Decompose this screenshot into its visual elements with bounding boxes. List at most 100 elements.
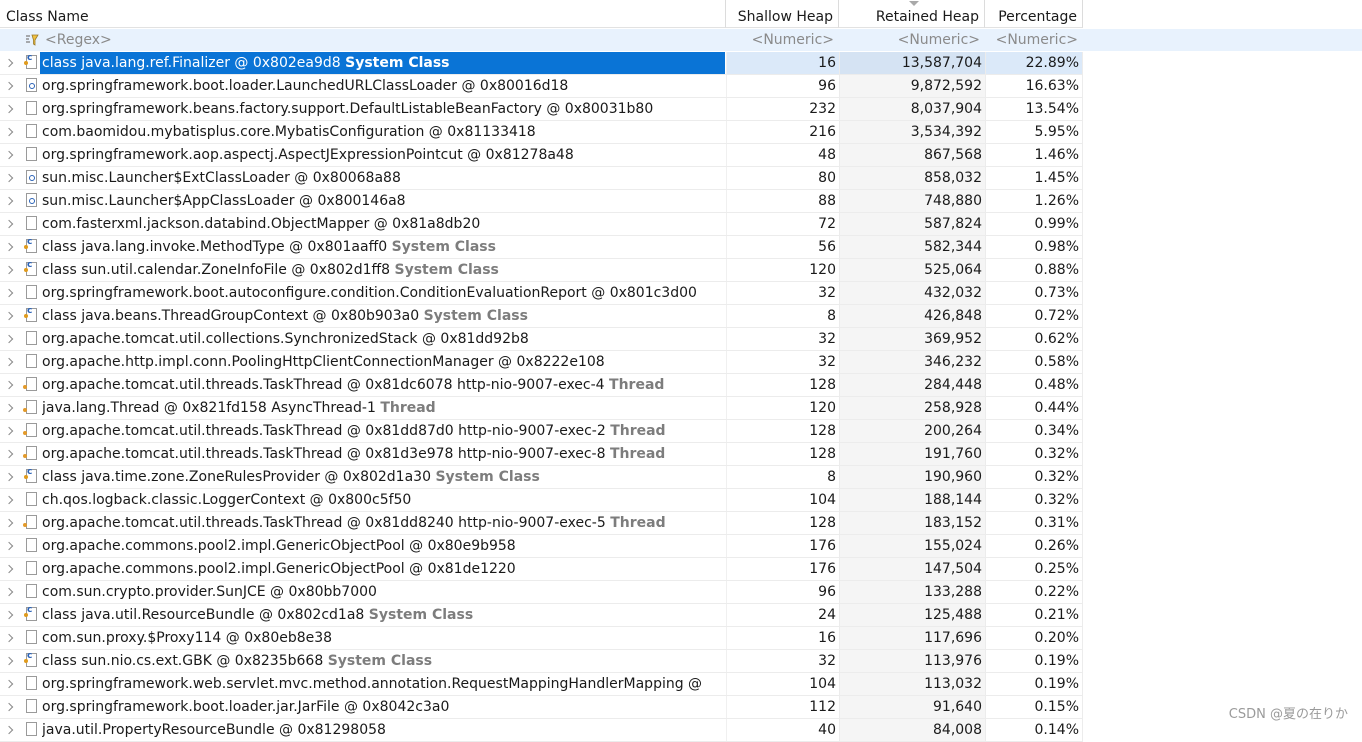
table-row[interactable]: org.springframework.boot.loader.jar.JarF… [0, 696, 1083, 719]
percentage-cell: 0.25% [985, 558, 1083, 580]
expand-chevron-icon[interactable] [4, 334, 14, 344]
expand-chevron-icon[interactable] [4, 311, 14, 321]
table-row[interactable]: com.sun.proxy.$Proxy114 @ 0x80eb8e38 16 11… [0, 627, 1083, 650]
expand-chevron-icon[interactable] [4, 403, 14, 413]
class-name-cell: org.springframework.boot.autoconfigure.c… [42, 282, 726, 304]
table-row[interactable]: class java.util.ResourceBundle @ 0x802cd… [0, 604, 1083, 627]
column-header-percentage[interactable]: Percentage [985, 0, 1083, 28]
shallow-heap-cell: 232 [726, 98, 839, 120]
expand-chevron-icon[interactable] [4, 426, 14, 436]
table-row[interactable]: org.apache.http.impl.conn.PoolingHttpCli… [0, 351, 1083, 374]
object-label: org.springframework.boot.loader.Launched… [42, 78, 569, 94]
expand-chevron-icon[interactable] [4, 564, 14, 574]
retained-heap-cell: 117,696 [839, 627, 985, 649]
expand-chevron-icon[interactable] [4, 58, 14, 68]
column-header-shallow-heap[interactable]: Shallow Heap [726, 0, 839, 28]
percentage-cell: 0.32% [985, 489, 1083, 511]
table-row[interactable]: java.util.PropertyResourceBundle @ 0x812… [0, 719, 1083, 742]
table-row[interactable]: org.springframework.aop.aspectj.AspectJE… [0, 144, 1083, 167]
expand-chevron-icon[interactable] [4, 81, 14, 91]
expand-chevron-icon[interactable] [4, 610, 14, 620]
class-name-cell: class java.lang.ref.Finalizer @ 0x802ea9… [40, 52, 725, 74]
expand-chevron-icon[interactable] [4, 288, 14, 298]
expand-chevron-icon[interactable] [4, 472, 14, 482]
expand-chevron-icon[interactable] [4, 656, 14, 666]
expand-chevron-icon[interactable] [4, 633, 14, 643]
expand-chevron-icon[interactable] [4, 150, 14, 160]
table-row[interactable]: org.apache.tomcat.util.threads.TaskThrea… [0, 443, 1083, 466]
table-row[interactable]: org.apache.commons.pool2.impl.GenericObj… [0, 558, 1083, 581]
class-name-cell: class java.time.zone.ZoneRulesProvider @… [42, 466, 726, 488]
object-icon [26, 147, 37, 161]
expand-chevron-icon[interactable] [4, 104, 14, 114]
table-row[interactable]: class java.lang.ref.Finalizer @ 0x802ea9… [0, 52, 1083, 75]
expand-chevron-icon[interactable] [4, 357, 14, 367]
object-label: com.sun.crypto.provider.SunJCE @ 0x80bb7… [42, 584, 377, 600]
class-name-cell: org.apache.tomcat.util.threads.TaskThrea… [42, 374, 726, 396]
object-kind-label: System Class [368, 607, 474, 623]
class-name-cell: class sun.nio.cs.ext.GBK @ 0x8235b668 Sy… [42, 650, 726, 672]
expand-chevron-icon[interactable] [4, 518, 14, 528]
table-row[interactable]: com.baomidou.mybatisplus.core.MybatisCon… [0, 121, 1083, 144]
expand-chevron-icon[interactable] [4, 173, 14, 183]
object-icon [26, 331, 37, 345]
expand-chevron-icon[interactable] [4, 725, 14, 735]
retained-heap-filter-input[interactable]: <Numeric> [839, 29, 985, 51]
shallow-heap-cell: 176 [726, 558, 839, 580]
object-label: class java.time.zone.ZoneRulesProvider @… [42, 469, 431, 485]
shallow-heap-filter-input[interactable]: <Numeric> [726, 29, 839, 51]
expand-chevron-icon[interactable] [4, 495, 14, 505]
expand-chevron-icon[interactable] [4, 541, 14, 551]
percentage-cell: 0.14% [985, 719, 1083, 741]
percentage-cell: 0.19% [985, 673, 1083, 695]
table-row[interactable]: org.springframework.beans.factory.suppor… [0, 98, 1083, 121]
table-row[interactable]: org.springframework.web.servlet.mvc.meth… [0, 673, 1083, 696]
table-row[interactable]: sun.misc.Launcher$AppClassLoader @ 0x800… [0, 190, 1083, 213]
class-object-icon [24, 260, 37, 276]
table-row[interactable]: org.apache.tomcat.util.threads.TaskThrea… [0, 512, 1083, 535]
shallow-heap-cell: 128 [726, 443, 839, 465]
column-header-class-name[interactable]: Class Name [0, 0, 726, 28]
object-label: class sun.nio.cs.ext.GBK @ 0x8235b668 [42, 653, 324, 669]
expand-chevron-icon[interactable] [4, 265, 14, 275]
table-row[interactable]: org.apache.tomcat.util.threads.TaskThrea… [0, 374, 1083, 397]
shallow-heap-cell: 176 [726, 535, 839, 557]
expand-chevron-icon[interactable] [4, 219, 14, 229]
table-row[interactable]: org.springframework.boot.autoconfigure.c… [0, 282, 1083, 305]
retained-heap-cell: 188,144 [839, 489, 985, 511]
expand-chevron-icon[interactable] [4, 702, 14, 712]
table-row[interactable]: org.apache.tomcat.util.collections.Synch… [0, 328, 1083, 351]
object-kind-label: System Class [345, 55, 450, 71]
retained-heap-cell: 190,960 [839, 466, 985, 488]
table-row[interactable]: ch.qos.logback.classic.LoggerContext @ 0… [0, 489, 1083, 512]
table-row[interactable]: sun.misc.Launcher$ExtClassLoader @ 0x800… [0, 167, 1083, 190]
percentage-cell: 0.88% [985, 259, 1083, 281]
shallow-heap-cell: 216 [726, 121, 839, 143]
object-icon [26, 101, 37, 115]
expand-chevron-icon[interactable] [4, 242, 14, 252]
expand-chevron-icon[interactable] [4, 196, 14, 206]
table-row[interactable]: com.sun.crypto.provider.SunJCE @ 0x80bb7… [0, 581, 1083, 604]
table-row[interactable]: class sun.util.calendar.ZoneInfoFile @ 0… [0, 259, 1083, 282]
table-row[interactable]: org.apache.commons.pool2.impl.GenericObj… [0, 535, 1083, 558]
percentage-cell: 0.34% [985, 420, 1083, 442]
classloader-icon [26, 170, 37, 184]
table-row[interactable]: org.apache.tomcat.util.threads.TaskThrea… [0, 420, 1083, 443]
table-row[interactable]: class sun.nio.cs.ext.GBK @ 0x8235b668 Sy… [0, 650, 1083, 673]
expand-chevron-icon[interactable] [4, 127, 14, 137]
expand-chevron-icon[interactable] [4, 380, 14, 390]
table-row[interactable]: class java.time.zone.ZoneRulesProvider @… [0, 466, 1083, 489]
class-name-filter-input[interactable]: <Regex> [45, 29, 112, 51]
class-name-cell: com.sun.crypto.provider.SunJCE @ 0x80bb7… [42, 581, 726, 603]
expand-chevron-icon[interactable] [4, 679, 14, 689]
expand-chevron-icon[interactable] [4, 449, 14, 459]
table-row[interactable]: java.lang.Thread @ 0x821fd158 AsyncThrea… [0, 397, 1083, 420]
expand-chevron-icon[interactable] [4, 587, 14, 597]
table-row[interactable]: class java.beans.ThreadGroupContext @ 0x… [0, 305, 1083, 328]
table-row[interactable]: class java.lang.invoke.MethodType @ 0x80… [0, 236, 1083, 259]
retained-heap-cell: 432,032 [839, 282, 985, 304]
table-row[interactable]: org.springframework.boot.loader.Launched… [0, 75, 1083, 98]
table-row[interactable]: com.fasterxml.jackson.databind.ObjectMap… [0, 213, 1083, 236]
percentage-filter-input[interactable]: <Numeric> [985, 29, 1083, 51]
object-kind-label: System Class [327, 653, 433, 669]
